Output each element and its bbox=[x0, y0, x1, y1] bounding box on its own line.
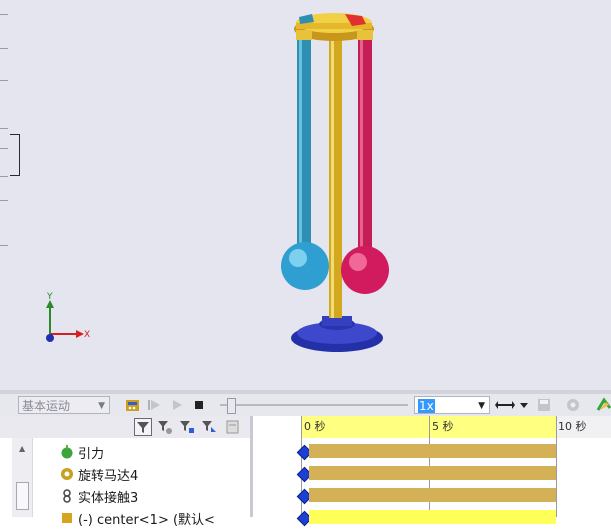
study-properties-icon[interactable] bbox=[564, 396, 582, 414]
triad-axes: Y X bbox=[46, 292, 90, 342]
chevron-down-icon[interactable]: ▼ bbox=[478, 397, 485, 415]
save-animation-icon[interactable] bbox=[535, 396, 553, 414]
filter-selected-icon[interactable] bbox=[178, 418, 196, 436]
calculate-icon[interactable] bbox=[124, 396, 142, 414]
results-plots-icon[interactable] bbox=[596, 396, 611, 414]
rotary-motor-icon bbox=[60, 467, 74, 481]
study-type-value: 基本运动 bbox=[22, 399, 71, 413]
gravity-icon bbox=[60, 445, 74, 459]
graphics-viewport[interactable]: Y X bbox=[0, 0, 611, 390]
study-type-dropdown[interactable]: 基本运动 ▼ bbox=[18, 396, 110, 414]
motion-toolbar: 基本运动 ▼ 1x ▼ bbox=[0, 394, 611, 417]
tree-item-part[interactable]: (-) center<1> (默认< bbox=[60, 507, 215, 529]
timeline[interactable]: 0 秒 5 秒 10 秒 bbox=[253, 416, 611, 527]
play-from-start-icon[interactable] bbox=[145, 396, 163, 414]
tree-item-gravity[interactable]: 引力 bbox=[60, 441, 104, 463]
motion-tree: 引力 旋转马达4 实体接触3 (-) center<1> (默认< bbox=[0, 438, 250, 528]
filter-driving-icon[interactable] bbox=[156, 418, 174, 436]
part-icon bbox=[60, 511, 74, 525]
tree-item-label: 引力 bbox=[78, 446, 105, 462]
filter-auto-key-icon[interactable] bbox=[224, 418, 242, 436]
playback-mode-icon[interactable] bbox=[495, 396, 519, 414]
chevron-down-icon[interactable] bbox=[518, 396, 530, 414]
axis-y-label: Y bbox=[46, 292, 53, 302]
scroll-thumb[interactable] bbox=[16, 482, 29, 510]
timeline-bar[interactable] bbox=[309, 510, 556, 524]
scroll-up-arrow-icon[interactable]: ▲ bbox=[19, 444, 25, 453]
tree-item-contact[interactable]: 实体接触3 bbox=[60, 485, 138, 507]
motion-tree-header bbox=[0, 416, 250, 439]
stop-icon[interactable] bbox=[190, 396, 208, 414]
time-tick-label: 5 秒 bbox=[432, 420, 454, 433]
timeline-bar[interactable] bbox=[309, 488, 556, 502]
pendulum-model[interactable] bbox=[281, 13, 389, 352]
axis-x-label: X bbox=[84, 330, 90, 340]
tree-item-label: 旋转马达4 bbox=[78, 468, 139, 484]
contact-icon bbox=[60, 489, 74, 503]
playback-slider-track[interactable] bbox=[220, 404, 408, 406]
timeline-bar[interactable] bbox=[309, 466, 556, 480]
filter-animating-icon[interactable] bbox=[134, 418, 152, 436]
tree-item-label: 实体接触3 bbox=[78, 490, 139, 506]
playback-speed-value: 1x bbox=[418, 399, 435, 413]
tree-item-rotary-motor[interactable]: 旋转马达4 bbox=[60, 463, 138, 485]
tree-item-label: (-) center<1> (默认< bbox=[78, 512, 215, 528]
filter-results-icon[interactable] bbox=[200, 418, 218, 436]
timeline-bar[interactable] bbox=[309, 444, 556, 458]
playback-speed-dropdown[interactable]: 1x ▼ bbox=[414, 396, 490, 414]
chevron-down-icon[interactable]: ▼ bbox=[98, 397, 105, 415]
time-tick-label: 0 秒 bbox=[304, 420, 326, 433]
time-tick-label: 10 秒 bbox=[558, 420, 587, 433]
play-icon[interactable] bbox=[168, 396, 186, 414]
playback-slider-thumb[interactable] bbox=[227, 398, 236, 414]
tree-scrollbar[interactable]: ▲ bbox=[12, 438, 33, 517]
